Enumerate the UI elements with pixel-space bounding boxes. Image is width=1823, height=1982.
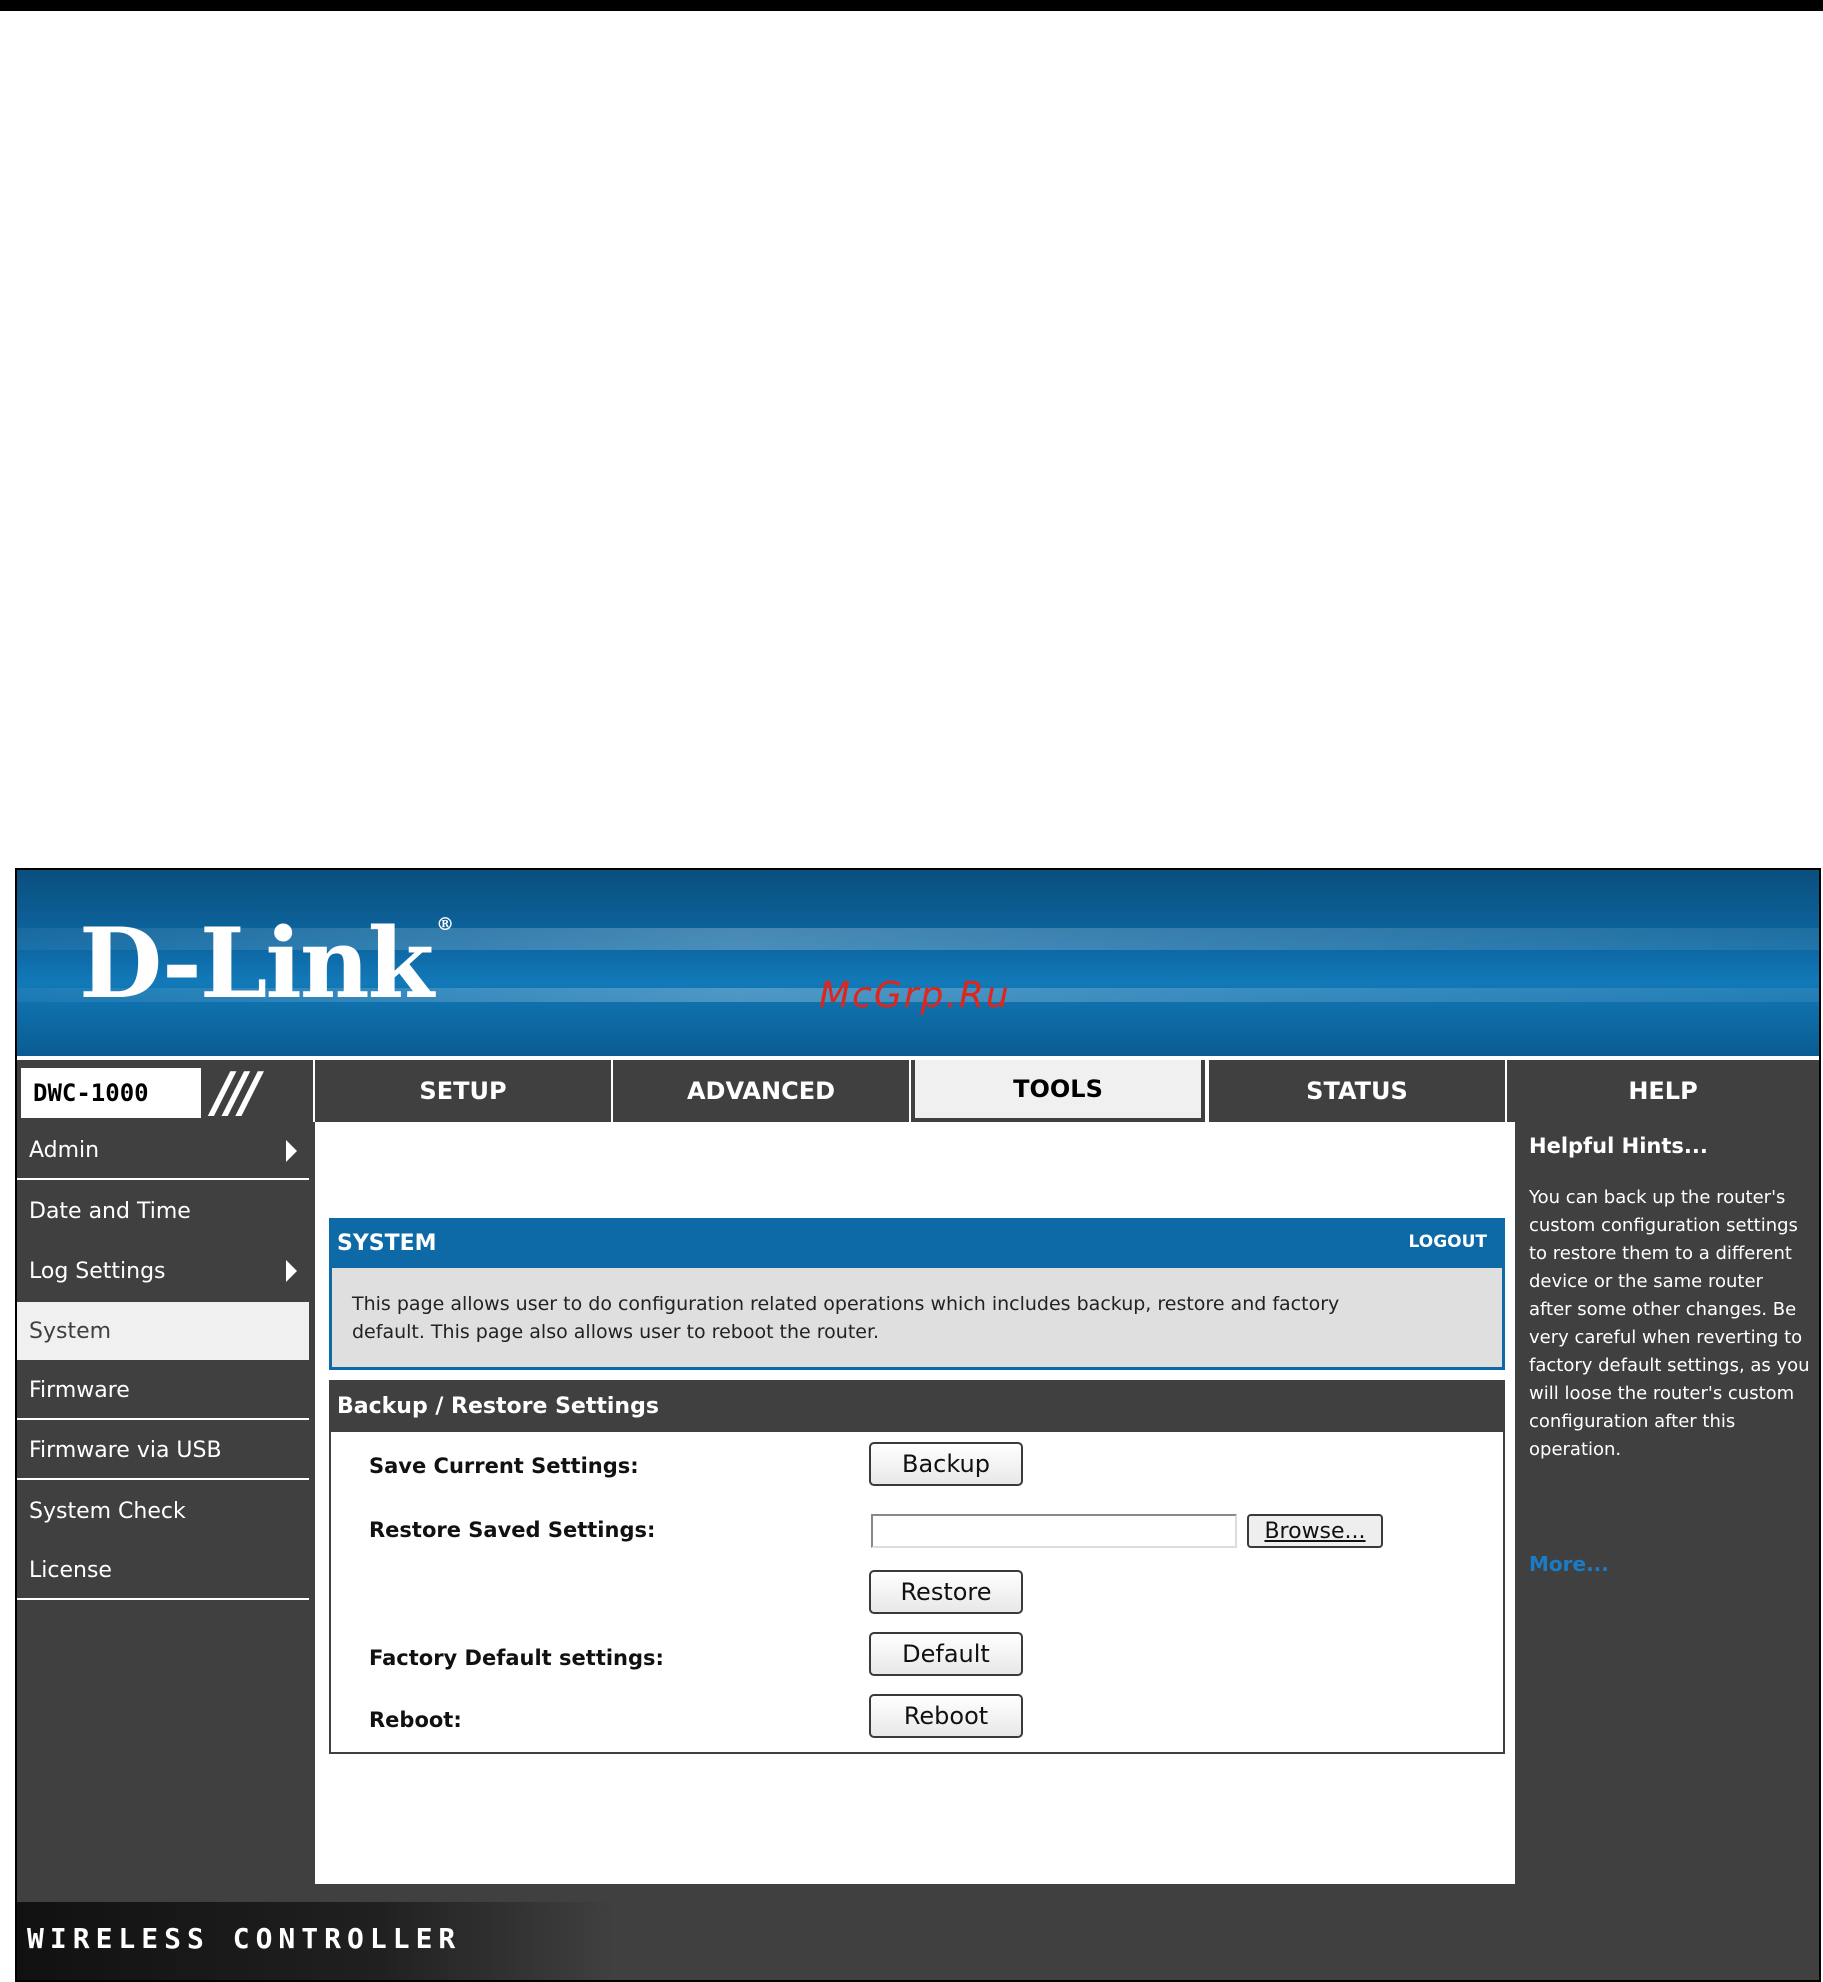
top-navigation: DWC-1000 /// SETUP ADVANCED TOOLS STATUS… — [17, 1056, 1819, 1124]
logo-text: D-Link — [79, 907, 434, 1020]
sidebar-item-label: Admin — [29, 1137, 100, 1163]
helpful-hints-panel: Helpful Hints... You can back up the rou… — [1517, 1122, 1819, 1884]
save-settings-label: Save Current Settings: — [369, 1454, 639, 1478]
watermark-text: McGrp.Ru — [819, 975, 1011, 1016]
factory-default-label: Factory Default settings: — [369, 1646, 664, 1670]
sidebar-item-label: System Check — [29, 1498, 186, 1524]
footer-bar: WIRELESS CONTROLLER — [17, 1902, 1819, 1980]
top-black-bar — [0, 0, 1823, 11]
left-sidebar: Admin Date and Time Log Settings System … — [17, 1122, 313, 1884]
sidebar-item-firmware-via-usb[interactable]: Firmware via USB — [17, 1422, 309, 1480]
submenu-arrow-icon — [286, 1140, 297, 1162]
sidebar-item-label: Date and Time — [29, 1198, 191, 1224]
sidebar-item-system[interactable]: System — [17, 1302, 309, 1360]
restore-settings-label: Restore Saved Settings: — [369, 1518, 656, 1542]
dlink-logo: D-Link ® — [79, 914, 454, 1012]
tab-setup[interactable]: SETUP — [313, 1060, 611, 1122]
sidebar-item-firmware[interactable]: Firmware — [17, 1362, 309, 1420]
system-section-header: SYSTEM LOGOUT — [329, 1218, 1505, 1268]
restore-file-input[interactable] — [871, 1514, 1237, 1548]
tab-status[interactable]: STATUS — [1207, 1060, 1505, 1122]
reboot-label: Reboot: — [369, 1708, 462, 1732]
sidebar-item-label: Log Settings — [29, 1258, 166, 1284]
system-description-box: This page allows user to do configuratio… — [329, 1268, 1505, 1370]
section-title: SYSTEM — [337, 1230, 437, 1256]
model-name: DWC-1000 — [21, 1068, 201, 1118]
help-text: You can back up the router's custom conf… — [1529, 1187, 1810, 1460]
logout-link[interactable]: LOGOUT — [1409, 1232, 1487, 1252]
slash-decoration-icon: /// — [213, 1061, 260, 1124]
sidebar-item-admin[interactable]: Admin — [17, 1122, 309, 1180]
browse-button[interactable]: Browse... — [1247, 1514, 1383, 1548]
restore-button[interactable]: Restore — [869, 1570, 1023, 1614]
sidebar-item-system-check[interactable]: System Check — [17, 1482, 309, 1540]
sidebar-item-label: License — [29, 1557, 112, 1583]
backup-restore-header: Backup / Restore Settings — [329, 1380, 1505, 1432]
backup-button[interactable]: Backup — [869, 1442, 1023, 1486]
tab-help[interactable]: HELP — [1505, 1060, 1819, 1122]
submenu-arrow-icon — [286, 1260, 297, 1282]
sidebar-item-label: Firmware via USB — [29, 1437, 222, 1463]
sidebar-item-label: Firmware — [29, 1377, 130, 1403]
header-banner: D-Link ® McGrp.Ru — [17, 870, 1819, 1056]
sidebar-item-log-settings[interactable]: Log Settings — [17, 1242, 309, 1300]
reboot-button[interactable]: Reboot — [869, 1694, 1023, 1738]
router-admin-window: D-Link ® McGrp.Ru DWC-1000 /// SETUP ADVA… — [15, 868, 1821, 1982]
system-description: This page allows user to do configuratio… — [352, 1293, 1340, 1343]
default-button[interactable]: Default — [869, 1632, 1023, 1676]
tab-tools[interactable]: TOOLS — [909, 1058, 1207, 1124]
registered-mark: ® — [436, 914, 454, 935]
sidebar-item-license[interactable]: License — [17, 1542, 309, 1600]
model-label-area: DWC-1000 /// — [17, 1060, 313, 1122]
sidebar-item-label: System — [29, 1318, 112, 1344]
footer-product-name: WIRELESS CONTROLLER — [27, 1922, 462, 1955]
backup-restore-panel: Save Current Settings: Backup Restore Sa… — [329, 1432, 1505, 1754]
sidebar-item-date-and-time[interactable]: Date and Time — [17, 1182, 309, 1240]
main-content: SYSTEM LOGOUT This page allows user to d… — [315, 1122, 1515, 1884]
help-more-link[interactable]: More... — [1529, 1552, 1609, 1576]
tab-advanced[interactable]: ADVANCED — [611, 1060, 909, 1122]
help-title: Helpful Hints... — [1529, 1134, 1708, 1158]
